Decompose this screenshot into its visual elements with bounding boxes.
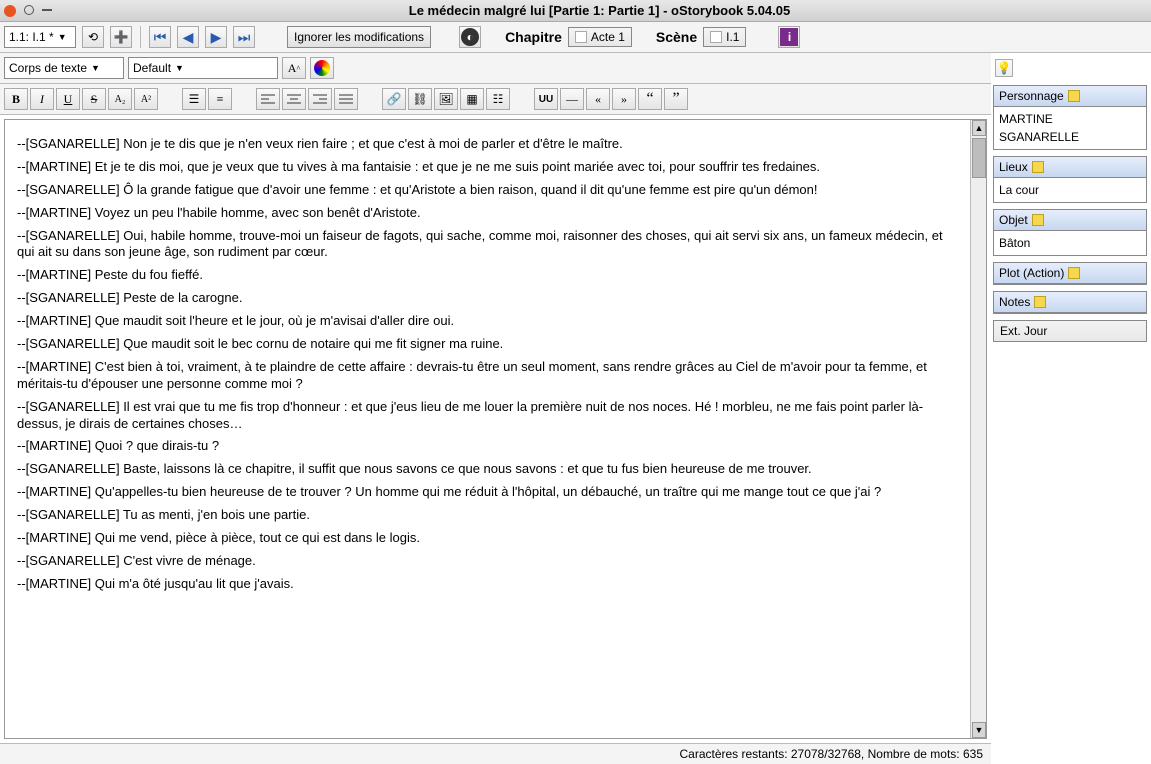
objects-panel: Objet Bâton (993, 209, 1147, 256)
minimize-icon[interactable] (42, 9, 52, 11)
script-line: --[MARTINE] Peste du fou fieffé. (17, 267, 958, 284)
maximize-icon[interactable] (24, 5, 34, 15)
script-line: --[MARTINE] Que maudit soit l'heure et l… (17, 313, 958, 330)
edit-icon[interactable] (1068, 267, 1080, 279)
script-line: --[MARTINE] Quoi ? que dirais-tu ? (17, 438, 958, 455)
script-line: --[MARTINE] Qui m'a ôté jusqu'au lit que… (17, 576, 958, 593)
list-item[interactable]: MARTINE (999, 110, 1141, 128)
font-size-icon[interactable]: A^ (282, 57, 306, 79)
script-line: --[SGANARELLE] C'est vivre de ménage. (17, 553, 958, 570)
subscript-icon[interactable]: A₂ (108, 88, 132, 110)
script-line: --[MARTINE] C'est bien à toi, vraiment, … (17, 359, 958, 393)
list-item[interactable]: Bâton (999, 234, 1141, 252)
link-icon[interactable]: 🔗 (382, 88, 406, 110)
notes-panel: Notes (993, 291, 1147, 314)
locations-panel: Lieux La cour (993, 156, 1147, 203)
laquo-icon[interactable]: « (586, 88, 610, 110)
scene-combo[interactable]: 1.1: I.1 *▼ (4, 26, 76, 48)
prev-icon[interactable]: ◀ (177, 26, 199, 48)
scrollbar[interactable]: ▲ ▼ (970, 120, 986, 738)
globe-icon[interactable]: ◐ (459, 26, 481, 48)
strike-icon[interactable]: S (82, 88, 106, 110)
side-panel: 💡 Personnage MARTINESGANARELLE Lieux La … (991, 53, 1151, 764)
color-icon[interactable] (310, 57, 334, 79)
plot-panel: Plot (Action) (993, 262, 1147, 285)
raquo-icon[interactable]: » (612, 88, 636, 110)
script-line: --[SGANARELLE] Peste de la carogne. (17, 290, 958, 307)
rquote-icon[interactable]: ” (664, 88, 688, 110)
ignore-button[interactable]: Ignorer les modifications (287, 26, 431, 48)
notes-header[interactable]: Notes (994, 292, 1146, 313)
status-bar: Caractères restants: 27078/32768, Nombre… (0, 743, 991, 764)
edit-icon[interactable] (1032, 214, 1044, 226)
hr-icon[interactable]: ☷ (486, 88, 510, 110)
style-combo[interactable]: Corps de texte▼ (4, 57, 124, 79)
edit-icon[interactable] (1034, 296, 1046, 308)
superscript-icon[interactable]: A² (134, 88, 158, 110)
bold-icon[interactable]: B (4, 88, 28, 110)
close-icon[interactable] (4, 5, 16, 17)
list-ul-icon[interactable]: ≡ (208, 88, 232, 110)
script-line: --[SGANARELLE] Tu as menti, j'en bois un… (17, 507, 958, 524)
nbsp-icon[interactable]: UU (534, 88, 558, 110)
idea-icon[interactable]: 💡 (995, 59, 1013, 77)
chapter-chip[interactable]: Acte 1 (568, 27, 632, 47)
script-line: --[SGANARELLE] Ô la grande fatigue que d… (17, 182, 958, 199)
characters-header[interactable]: Personnage (994, 86, 1146, 107)
list-item[interactable]: SGANARELLE (999, 128, 1141, 146)
scroll-up-icon[interactable]: ▲ (972, 120, 986, 136)
window-title: Le médecin malgré lui [Partie 1: Partie … (52, 3, 1147, 18)
chapter-label: Chapitre (505, 29, 562, 45)
main-toolbar: 1.1: I.1 *▼ ⟲ ➕ ⏮ ◀ ▶ ⏭ Ignorer les modi… (0, 22, 1151, 53)
align-right-icon[interactable] (308, 88, 332, 110)
table-icon[interactable]: ▦ (460, 88, 484, 110)
script-line: --[SGANARELLE] Non je te dis que je n'en… (17, 136, 958, 153)
font-combo[interactable]: Default▼ (128, 57, 278, 79)
script-line: --[SGANARELLE] Baste, laissons là ce cha… (17, 461, 958, 478)
titlebar: Le médecin malgré lui [Partie 1: Partie … (0, 0, 1151, 22)
italic-icon[interactable]: I (30, 88, 54, 110)
lquote-icon[interactable]: “ (638, 88, 662, 110)
locations-header[interactable]: Lieux (994, 157, 1146, 178)
scroll-thumb[interactable] (972, 138, 986, 178)
edit-icon[interactable] (1068, 90, 1080, 102)
script-line: --[SGANARELLE] Que maudit soit le bec co… (17, 336, 958, 353)
next-icon[interactable]: ▶ (205, 26, 227, 48)
script-line: --[MARTINE] Qu'appelles-tu bien heureuse… (17, 484, 958, 501)
underline-icon[interactable]: U (56, 88, 80, 110)
script-line: --[MARTINE] Voyez un peu l'habile homme,… (17, 205, 958, 222)
refresh-icon[interactable]: ⟲ (82, 26, 104, 48)
add-icon[interactable]: ➕ (110, 26, 132, 48)
list-ol-icon[interactable]: ☰ (182, 88, 206, 110)
align-justify-icon[interactable] (334, 88, 358, 110)
align-left-icon[interactable] (256, 88, 280, 110)
info-icon[interactable]: i (778, 26, 800, 48)
objects-header[interactable]: Objet (994, 210, 1146, 231)
scroll-down-icon[interactable]: ▼ (972, 722, 986, 738)
format-toolbar: Corps de texte▼ Default▼ A^ (0, 53, 991, 84)
last-icon[interactable]: ⏭ (233, 26, 255, 48)
dash-icon[interactable]: — (560, 88, 584, 110)
editor-textarea[interactable]: --[SGANARELLE] Non je te dis que je n'en… (5, 120, 970, 738)
script-line: --[SGANARELLE] Il est vrai que tu me fis… (17, 399, 958, 433)
script-line: --[MARTINE] Qui me vend, pièce à pièce, … (17, 530, 958, 547)
plot-header[interactable]: Plot (Action) (994, 263, 1146, 284)
characters-panel: Personnage MARTINESGANARELLE (993, 85, 1147, 150)
unlink-icon[interactable]: ⛓ (408, 88, 432, 110)
scene-chip[interactable]: I.1 (703, 27, 746, 47)
ext-jour-item[interactable]: Ext. Jour (993, 320, 1147, 342)
edit-toolbar: B I U S A₂ A² ☰ ≡ (0, 84, 991, 115)
script-line: --[SGANARELLE] Oui, habile homme, trouve… (17, 228, 958, 262)
scene-label: Scène (656, 29, 697, 45)
edit-icon[interactable] (1032, 161, 1044, 173)
first-icon[interactable]: ⏮ (149, 26, 171, 48)
align-center-icon[interactable] (282, 88, 306, 110)
list-item[interactable]: La cour (999, 181, 1141, 199)
image-icon[interactable]: 🖼 (434, 88, 458, 110)
script-line: --[MARTINE] Et je te dis moi, que je veu… (17, 159, 958, 176)
